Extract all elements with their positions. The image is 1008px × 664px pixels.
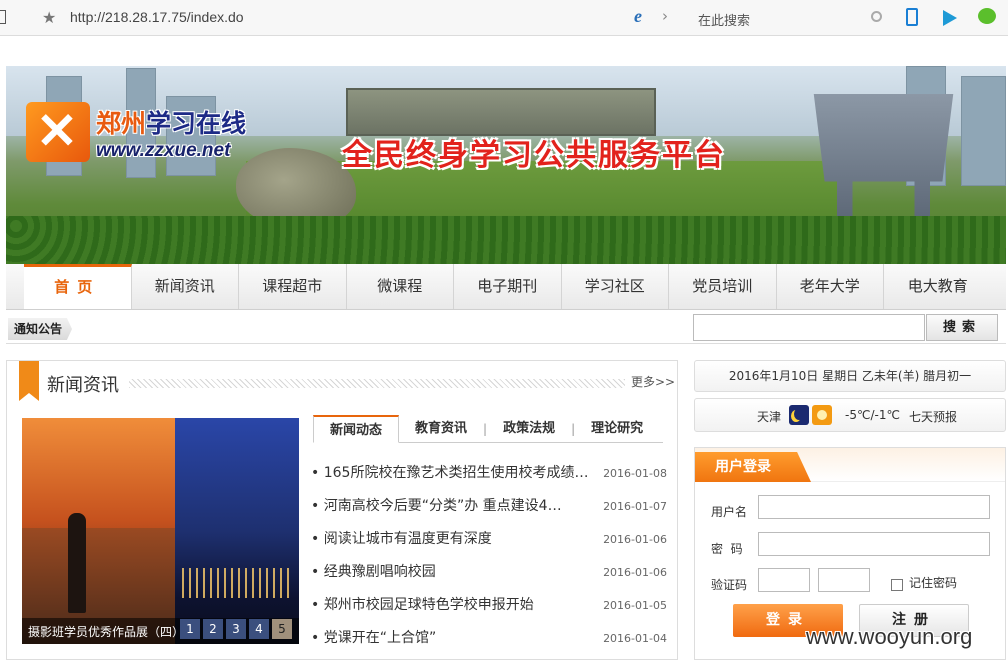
site-search-button[interactable]: 搜索 (926, 314, 998, 341)
browser-search-box[interactable]: 在此搜索 (690, 3, 888, 31)
news-section-title: 新闻资讯 (47, 375, 119, 396)
site-logo-name[interactable]: 郑州学习在线 (96, 104, 246, 140)
news-item-date: 2016-01-05 (603, 599, 667, 612)
section-flag-icon (19, 361, 39, 401)
weather-widget[interactable]: 天津 -5℃/-1℃ 七天预报 (694, 398, 1006, 432)
date-display: 2016年1月10日 星期日 乙未年(羊) 腊月初一 (694, 360, 1006, 392)
login-title: 用户登录 (695, 452, 811, 482)
slide-page-button[interactable]: 2 (203, 619, 223, 639)
news-item-date: 2016-01-04 (603, 632, 667, 645)
tab-news-updates[interactable]: 新闻动态 (313, 415, 400, 443)
mobile-icon[interactable] (906, 8, 918, 26)
banner-slogan: 全民终身学习公共服务平台 (342, 138, 726, 173)
nav-senior-university[interactable]: 老年大学 (777, 264, 884, 309)
nav-micro-courses[interactable]: 微课程 (347, 264, 454, 309)
captcha-label: 验证码 (711, 578, 748, 592)
slide-page-button-active[interactable]: 5 (272, 619, 292, 639)
news-item-date: 2016-01-08 (603, 467, 667, 480)
notice-bar: 通知公告 搜索 (6, 312, 1006, 344)
news-item-date: 2016-01-07 (603, 500, 667, 513)
address-bar[interactable]: http://218.28.17.75/index.do (70, 9, 244, 25)
news-list: • 165所院校在豫艺术类招生使用校考成绩… 2016-01-08 • 河南高校… (311, 457, 667, 655)
nav-courses[interactable]: 课程超市 (239, 264, 347, 309)
news-list-item: • 165所院校在豫艺术类招生使用校考成绩… 2016-01-08 (311, 457, 667, 490)
news-list-item: • 党课开在“上合馆” 2016-01-04 (311, 622, 667, 655)
tab-policies[interactable]: 政策法规 (487, 415, 571, 443)
wechat-icon[interactable] (978, 8, 996, 24)
password-label: 密 码 (711, 542, 743, 556)
notice-tag[interactable]: 通知公告 (8, 318, 73, 340)
news-list-item: • 河南高校今后要“分类”办 重点建设4… 2016-01-07 (311, 490, 667, 523)
news-item-link[interactable]: • 阅读让城市有温度更有深度 (311, 523, 593, 556)
password-input[interactable] (758, 532, 990, 556)
news-section: 新闻资讯 更多>> 摄影班学员优秀作品展（四） 1 2 3 4 5 新闻动态 教… (6, 360, 678, 660)
news-item-link[interactable]: • 党课开在“上合馆” (311, 622, 593, 655)
slideshow-pager: 1 2 3 4 5 (180, 619, 292, 639)
captcha-image[interactable] (818, 568, 870, 592)
news-more-link[interactable]: 更多>> (631, 373, 675, 390)
news-slideshow[interactable]: 摄影班学员优秀作品展（四） 1 2 3 4 5 (22, 418, 299, 644)
news-item-link[interactable]: • 郑州市校园足球特色学校申报开始 (311, 589, 593, 622)
news-list-item: • 郑州市校园足球特色学校申报开始 2016-01-05 (311, 589, 667, 622)
browser-toolbar: ★ http://218.28.17.75/index.do e › 在此搜索 (0, 0, 1008, 36)
favorite-star-icon[interactable]: ★ (42, 8, 56, 27)
monument-wall (346, 88, 656, 136)
slideshow-caption-text[interactable]: 摄影班学员优秀作品展（四） (28, 623, 184, 640)
nav-tv-university[interactable]: 电大教育 (884, 264, 992, 309)
nav-party-training[interactable]: 党员培训 (669, 264, 777, 309)
slide-page-button[interactable]: 4 (249, 619, 269, 639)
tab-education-news[interactable]: 教育资讯 (399, 415, 483, 443)
news-item-link[interactable]: • 165所院校在豫艺术类招生使用校考成绩… (311, 457, 593, 490)
remember-label: 记住密码 (909, 576, 958, 590)
main-nav: 首页 新闻资讯 课程超市 微课程 电子期刊 学习社区 党员培训 老年大学 电大教… (6, 264, 1006, 310)
news-item-date: 2016-01-06 (603, 566, 667, 579)
browser-search-placeholder: 在此搜索 (698, 14, 751, 29)
remember-checkbox[interactable] (891, 579, 903, 591)
username-label: 用户名 (711, 505, 748, 519)
news-tabs: 新闻动态 教育资讯 | 政策法规 | 理论研究 (313, 415, 663, 443)
site-logo-url[interactable]: www.zzxue.net (96, 140, 230, 162)
weather-forecast-link[interactable]: 七天预报 (909, 408, 957, 425)
slide-page-button[interactable]: 3 (226, 619, 246, 639)
nav-community[interactable]: 学习社区 (562, 264, 669, 309)
captcha-input[interactable] (758, 568, 810, 592)
ie-compat-icon[interactable]: e (634, 6, 642, 27)
nav-news[interactable]: 新闻资讯 (132, 264, 239, 309)
moon-icon (789, 405, 809, 425)
silhouette-image (68, 513, 86, 613)
slide-page-button[interactable]: 1 (180, 619, 200, 639)
window-edge-icon (0, 10, 6, 24)
chevron-right-icon[interactable]: › (662, 7, 668, 25)
site-banner: ✕ 郑州学习在线 www.zzxue.net 全民终身学习公共服务平台 (6, 66, 1006, 264)
news-item-date: 2016-01-06 (603, 533, 667, 546)
username-input[interactable] (758, 495, 990, 519)
sun-icon (812, 405, 832, 425)
search-icon[interactable] (871, 11, 882, 22)
logo-mark: ✕ (36, 103, 78, 159)
weather-city: 天津 (757, 410, 782, 424)
news-list-item: • 阅读让城市有温度更有深度 2016-01-06 (311, 523, 667, 556)
weather-temperature: -5℃/-1℃ (845, 408, 900, 422)
news-list-item: • 经典豫剧唱响校园 2016-01-06 (311, 556, 667, 589)
watermark-text: www.wooyun.org (806, 624, 973, 649)
site-search-input[interactable] (693, 314, 925, 341)
news-item-link[interactable]: • 河南高校今后要“分类”办 重点建设4… (311, 490, 593, 523)
play-icon[interactable] (943, 10, 957, 26)
news-item-link[interactable]: • 经典豫剧唱响校园 (311, 556, 593, 589)
nav-e-journals[interactable]: 电子期刊 (454, 264, 562, 309)
tab-theory[interactable]: 理论研究 (575, 415, 659, 443)
nav-home[interactable]: 首页 (24, 264, 132, 309)
